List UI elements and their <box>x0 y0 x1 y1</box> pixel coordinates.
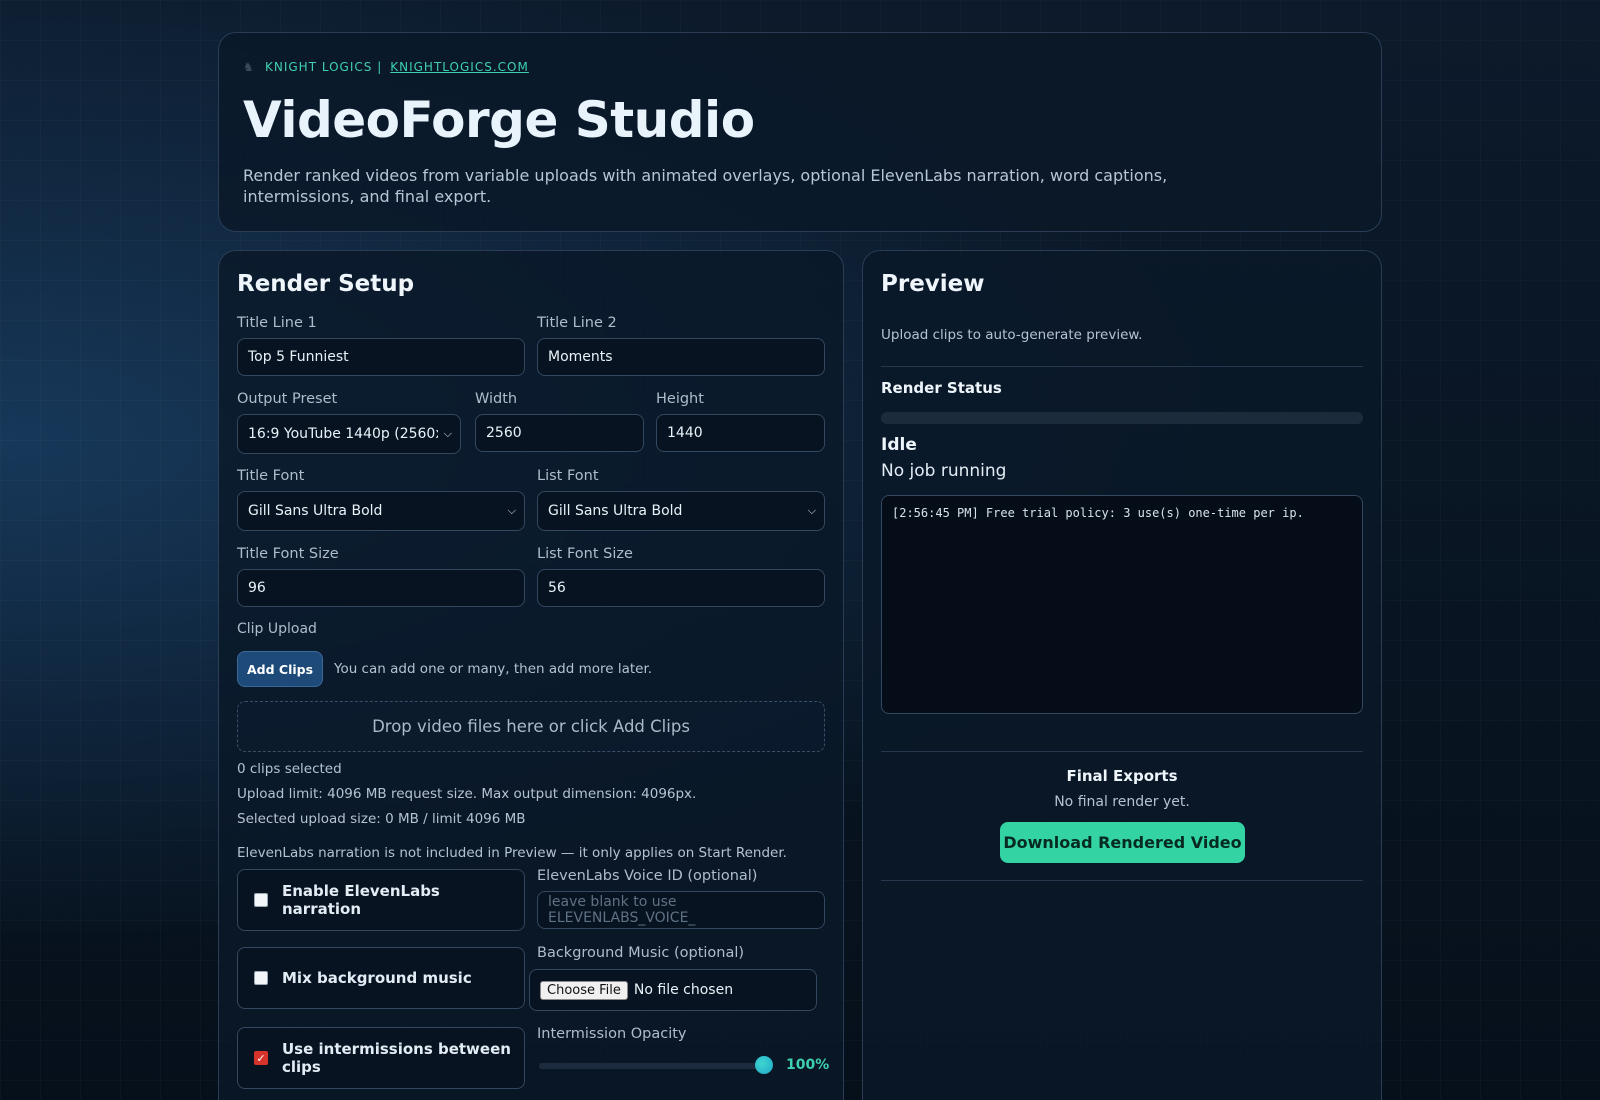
mix-music-option[interactable]: Mix background music <box>237 947 525 1009</box>
clip-upload-hint: You can add one or many, then add more l… <box>334 661 653 677</box>
title-font-size-label: Title Font Size <box>237 546 339 562</box>
enable-narration-label: Enable ElevenLabs narration <box>282 882 440 918</box>
render-setup-title: Render Setup <box>237 271 415 297</box>
brand-name: KNIGHT LOGICS | <box>265 60 383 74</box>
knight-logo-icon: ♞ <box>243 60 255 74</box>
intermissions-option[interactable]: ✓ Use intermissions between clips <box>237 1027 525 1089</box>
mix-music-checkbox[interactable] <box>254 971 268 985</box>
page-subtitle: Render ranked videos from variable uploa… <box>243 166 1168 206</box>
divider <box>881 751 1363 752</box>
voice-id-input[interactable]: leave blank to use ELEVENLABS_VOICE_ <box>537 891 825 929</box>
intermissions-label: Use intermissions between clips <box>282 1040 511 1076</box>
background-music-label: Background Music (optional) <box>537 945 745 961</box>
file-status: No file chosen <box>633 982 734 998</box>
brand-link[interactable]: KNIGHTLOGICS.COM <box>390 60 529 74</box>
width-input[interactable]: 2560 <box>475 414 644 452</box>
render-status-title: Render Status <box>881 379 1002 397</box>
preview-note: Upload clips to auto-generate preview. <box>881 327 1143 343</box>
preview-panel: Preview Upload clips to auto-generate pr… <box>862 250 1382 1100</box>
render-state: Idle <box>881 435 917 455</box>
preview-title: Preview <box>881 271 985 297</box>
chevron-down-icon: ⌵ <box>443 427 452 440</box>
voice-id-label: ElevenLabs Voice ID (optional) <box>537 868 758 884</box>
list-font-size-label: List Font Size <box>537 546 633 562</box>
add-clips-button[interactable]: Add Clips <box>237 651 323 687</box>
title-line2-label: Title Line 2 <box>537 315 617 331</box>
render-setup-panel: Render Setup Title Line 1 Top 5 Funniest… <box>218 250 844 1100</box>
clip-upload-label: Clip Upload <box>237 621 317 637</box>
intermissions-checkbox[interactable]: ✓ <box>254 1051 268 1065</box>
render-job-text: No job running <box>881 461 1007 481</box>
intermission-opacity-slider[interactable] <box>539 1063 761 1069</box>
chevron-down-icon: ⌵ <box>507 504 516 517</box>
list-font-value: Gill Sans Ultra Bold <box>548 503 683 519</box>
intermission-opacity-label: Intermission Opacity <box>537 1026 687 1042</box>
list-font-size-input[interactable]: 56 <box>537 569 825 607</box>
chevron-down-icon: ⌵ <box>807 504 816 517</box>
render-progress-bar <box>881 412 1363 424</box>
output-preset-select[interactable]: 16:9 YouTube 1440p (2560x ⌵ <box>237 414 461 454</box>
download-rendered-video-button[interactable]: Download Rendered Video <box>1000 822 1245 863</box>
enable-narration-option[interactable]: Enable ElevenLabs narration <box>237 869 525 931</box>
title-line1-input[interactable]: Top 5 Funniest <box>237 338 525 376</box>
page-title: VideoForge Studio <box>243 91 755 149</box>
width-label: Width <box>475 391 518 407</box>
title-font-select[interactable]: Gill Sans Ultra Bold ⌵ <box>237 491 525 531</box>
choose-file-button[interactable]: Choose File <box>540 980 628 1000</box>
brand-line: ♞ KNIGHT LOGICS | KNIGHTLOGICS.COM <box>243 60 529 74</box>
clip-dropzone[interactable]: Drop video files here or click Add Clips <box>237 701 825 752</box>
output-preset-label: Output Preset <box>237 391 338 407</box>
intermission-opacity-value: 100% <box>786 1057 830 1073</box>
height-input[interactable]: 1440 <box>656 414 825 452</box>
upload-size-text: Selected upload size: 0 MB / limit 4096 … <box>237 811 526 827</box>
title-font-label: Title Font <box>237 468 305 484</box>
height-label: Height <box>656 391 704 407</box>
output-preset-value: 16:9 YouTube 1440p (2560x <box>248 426 438 442</box>
final-exports-note: No final render yet. <box>1054 794 1190 810</box>
background-music-file-input[interactable]: Choose File No file chosen <box>529 969 817 1011</box>
narration-note: ElevenLabs narration is not included in … <box>237 845 787 861</box>
divider <box>881 366 1363 367</box>
clips-selected-count: 0 clips selected <box>237 761 342 777</box>
mix-music-label: Mix background music <box>282 969 472 987</box>
enable-narration-checkbox[interactable] <box>254 893 268 907</box>
list-font-select[interactable]: Gill Sans Ultra Bold ⌵ <box>537 491 825 531</box>
header-card: ♞ KNIGHT LOGICS | KNIGHTLOGICS.COM Video… <box>218 32 1382 232</box>
title-font-value: Gill Sans Ultra Bold <box>248 503 383 519</box>
upload-limit-text: Upload limit: 4096 MB request size. Max … <box>237 786 697 802</box>
title-line2-input[interactable]: Moments <box>537 338 825 376</box>
slider-thumb[interactable] <box>755 1056 773 1074</box>
render-log: [2:56:45 PM] Free trial policy: 3 use(s)… <box>881 495 1363 714</box>
title-line1-label: Title Line 1 <box>237 315 317 331</box>
divider <box>881 880 1363 881</box>
list-font-label: List Font <box>537 468 599 484</box>
final-exports-title: Final Exports <box>1066 767 1178 785</box>
title-font-size-input[interactable]: 96 <box>237 569 525 607</box>
